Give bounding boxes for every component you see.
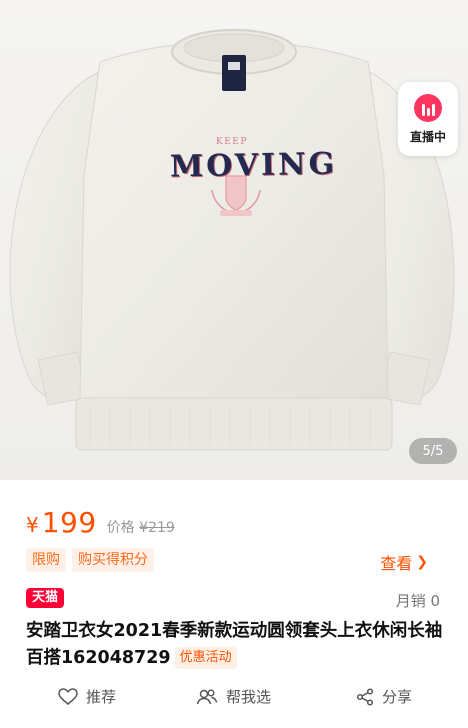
tags-row: 限购 购买得积分 xyxy=(26,548,154,572)
product-info: ¥ 199 价格 ¥219 限购 购买得积分 查看 ❯ 天猫 月销 0 安踏卫衣… xyxy=(0,490,468,728)
price-currency: ¥ xyxy=(26,513,39,537)
tag-earn-points: 购买得积分 xyxy=(72,548,154,572)
action-bar: 推荐 帮我选 分享 xyxy=(0,686,468,714)
chevron-right-icon: ❯ xyxy=(416,554,428,570)
live-streaming-badge[interactable]: 直播中 xyxy=(398,82,458,156)
original-price: 价格 ¥219 xyxy=(107,517,175,537)
live-bars-icon xyxy=(414,93,442,122)
promo-badge[interactable]: 优惠活动 xyxy=(174,647,237,669)
product-title: 安踏卫衣女2021春季新款运动圆领套头上衣休闲长袖百搭162048729 优惠活动 xyxy=(26,618,446,672)
help-choose-button[interactable]: 帮我选 xyxy=(196,686,271,707)
live-label: 直播中 xyxy=(409,129,446,144)
original-price-label: 价格 xyxy=(106,520,135,536)
view-more-link[interactable]: 查看 ❯ xyxy=(380,550,428,574)
product-image[interactable]: KEEP MOVING 直播中 5/5 xyxy=(0,0,468,480)
heart-icon xyxy=(58,687,78,705)
share-button[interactable]: 分享 xyxy=(356,686,412,707)
original-price-value: ¥219 xyxy=(139,520,175,536)
image-pager: 5/5 xyxy=(409,438,457,464)
price-value: 199 xyxy=(41,506,97,539)
share-label: 分享 xyxy=(382,688,413,706)
monthly-sales: 月销 0 xyxy=(395,592,440,610)
recommend-label: 推荐 xyxy=(86,688,117,706)
print-keep-text: KEEP xyxy=(216,137,248,147)
recommend-button[interactable]: 推荐 xyxy=(58,686,116,707)
tmall-badge: 天猫 xyxy=(26,588,65,608)
view-more-label: 查看 xyxy=(380,554,413,573)
price-row: ¥ 199 价格 ¥219 xyxy=(26,506,175,539)
help-choose-label: 帮我选 xyxy=(226,688,272,706)
users-icon xyxy=(196,689,218,704)
print-moving-text: MOVING xyxy=(169,146,338,185)
sweatshirt-illustration xyxy=(0,0,468,480)
tag-purchase-limit: 限购 xyxy=(26,548,66,572)
share-icon xyxy=(356,687,374,706)
